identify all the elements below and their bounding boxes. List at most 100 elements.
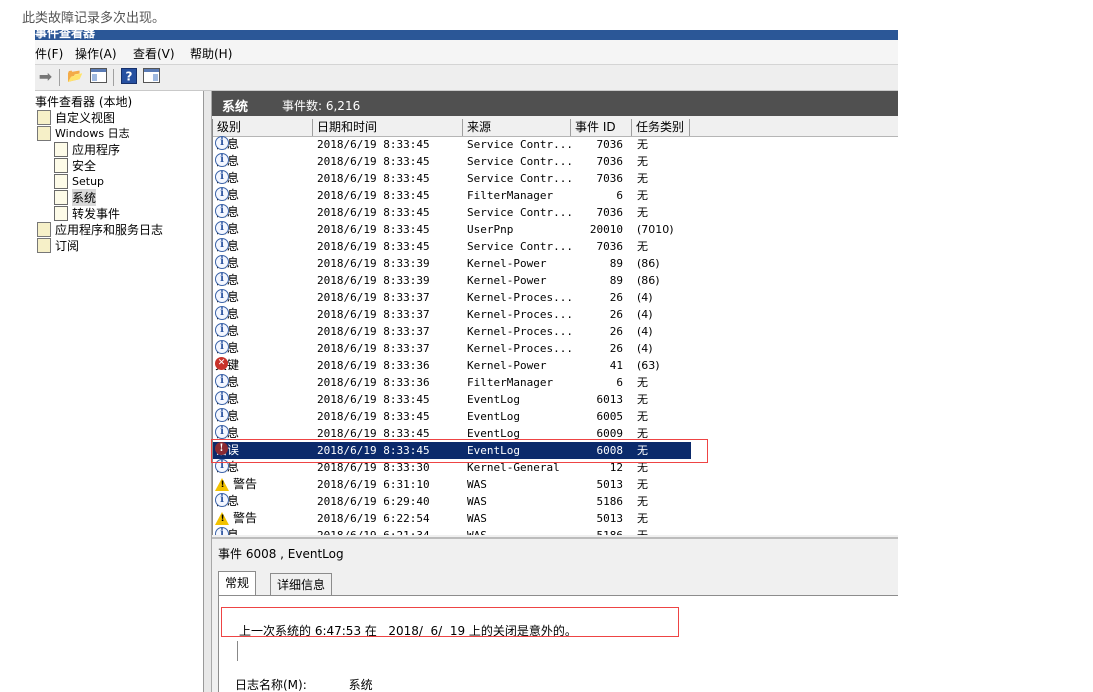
help-icon[interactable]: ? — [119, 68, 138, 86]
event-id-cell: 7036 — [596, 206, 624, 219]
task-category-cell: 无 — [637, 240, 648, 253]
level-cell: i信息 — [215, 323, 239, 340]
svg-text:?: ? — [125, 70, 132, 84]
column-header-event-id[interactable]: 事件 ID — [571, 119, 632, 136]
folder-icon — [37, 221, 51, 237]
folder-icon — [37, 109, 51, 125]
table-row[interactable]: i信息 2018/6/19 8:33:45 Service Contr... 7036… — [213, 136, 898, 153]
table-row[interactable]: ! 警告 2018/6/19 6:22:54 WAS 5013 无 — [213, 510, 898, 527]
table-row[interactable]: i信息 2018/6/19 8:33:37 Kernel-Proces... 26 (4… — [213, 306, 898, 323]
table-row[interactable]: i信息 2018/6/19 8:33:45 Service Contr... 7036… — [213, 153, 898, 170]
table-row[interactable]: i信息 2018/6/19 8:33:45 EventLog 6005 无 — [213, 408, 898, 425]
tree-item-application[interactable]: 应用程序 — [54, 141, 120, 157]
info-icon: i — [215, 187, 229, 201]
task-category-cell: 无 — [637, 410, 648, 423]
column-header-level[interactable]: 级别 — [213, 119, 313, 136]
column-header-task-category[interactable]: 任务类别 — [632, 119, 690, 136]
table-row[interactable]: i信息 2018/6/19 8:33:37 Kernel-Proces... 26 (4… — [213, 340, 898, 357]
table-row[interactable]: i信息 2018/6/19 8:33:37 Kernel-Proces... 26 (4… — [213, 289, 898, 306]
table-row[interactable]: i信息 2018/6/19 8:33:45 Service Contr... 7036… — [213, 170, 898, 187]
menu-help[interactable]: 帮助(H) — [190, 45, 232, 62]
source-cell: WAS — [467, 495, 487, 508]
task-category-cell: (63) — [637, 359, 660, 372]
datetime-cell: 2018/6/19 8:33:45 — [317, 189, 430, 202]
tree-item-label: Setup — [72, 174, 105, 188]
table-row[interactable]: i信息 2018/6/19 8:33:45 UserPnp 20010 (7010) — [213, 221, 898, 238]
show-pane-icon[interactable] — [89, 68, 108, 86]
tree-item-setup[interactable]: Setup — [54, 173, 104, 189]
event-detail-pane: 事件 6008 , EventLog 常规 详细信息 上一次系统的 6:47:5… — [212, 537, 898, 692]
event-id-cell: 6 — [616, 376, 623, 389]
tree-item-app-service-logs[interactable]: 应用程序和服务日志 — [37, 221, 163, 237]
menu-view[interactable]: 查看(V) — [133, 45, 175, 62]
table-row[interactable]: i信息 2018/6/19 8:33:30 Kernel-General 12 无 — [213, 459, 898, 476]
table-row[interactable]: i信息 2018/6/19 8:33:36 FilterManager 6 无 — [213, 374, 898, 391]
datetime-cell: 2018/6/19 8:33:45 — [317, 223, 430, 236]
event-rows: i信息 2018/6/19 8:33:45 Service Contr... 7036… — [213, 136, 898, 535]
tree-item-security[interactable]: 安全 — [54, 157, 96, 173]
level-cell: i信息 — [215, 272, 239, 289]
info-icon: i — [215, 391, 229, 405]
folder-up-icon[interactable]: 📂 — [66, 68, 85, 86]
table-row[interactable]: !错误 2018/6/19 8:33:45 EventLog 6008 无 — [213, 442, 898, 459]
tree-item-system[interactable]: 系统 — [54, 188, 97, 206]
toolbar-separator — [113, 69, 114, 86]
menu-action[interactable]: 操作(A) — [75, 45, 117, 62]
source-cell: FilterManager — [467, 189, 554, 202]
event-id-cell: 7036 — [596, 138, 624, 151]
table-row[interactable]: i信息 2018/6/19 8:33:45 FilterManager 6 无 — [213, 187, 898, 204]
action-pane-icon[interactable] — [142, 68, 161, 86]
task-category-cell: 无 — [637, 138, 648, 151]
menu-file[interactable]: 件(F) — [35, 45, 63, 62]
event-message: 上一次系统的 6:47:53 在 2018/ 6/ 19 上的关闭是意外的。 — [239, 624, 577, 638]
log-name-value: 系统 — [348, 678, 373, 692]
error-icon: ! — [215, 442, 228, 455]
table-row[interactable]: ✕关键 2018/6/19 8:33:36 Kernel-Power 41 (63) — [213, 357, 898, 374]
source-cell: EventLog — [467, 444, 520, 457]
table-row[interactable]: ! 警告 2018/6/19 6:31:10 WAS 5013 无 — [213, 476, 898, 493]
tree-item-label: 安全 — [72, 158, 97, 173]
table-row[interactable]: i信息 2018/6/19 8:33:45 Service Contr... 7036… — [213, 238, 898, 255]
table-row[interactable]: i信息 2018/6/19 6:21:34 WAS 5186 无 — [213, 527, 898, 535]
column-header-datetime[interactable]: 日期和时间 — [313, 119, 463, 136]
task-category-cell: 无 — [637, 478, 648, 491]
datetime-cell: 2018/6/19 8:33:39 — [317, 257, 430, 270]
table-row[interactable]: i信息 2018/6/19 8:33:45 EventLog 6009 无 — [213, 425, 898, 442]
event-id-cell: 6013 — [596, 393, 624, 406]
tree-item-windows-logs[interactable]: Windows 日志 — [37, 125, 130, 141]
table-row[interactable]: i信息 2018/6/19 6:29:40 WAS 5186 无 — [213, 493, 898, 510]
datetime-cell: 2018/6/19 8:33:37 — [317, 308, 430, 321]
task-category-cell: (4) — [637, 291, 653, 304]
datetime-cell: 2018/6/19 6:29:40 — [317, 495, 430, 508]
task-category-cell: (4) — [637, 308, 653, 321]
pane-splitter[interactable] — [204, 91, 212, 692]
task-category-cell: 无 — [637, 512, 648, 525]
table-row[interactable]: i信息 2018/6/19 8:33:45 EventLog 6013 无 — [213, 391, 898, 408]
column-header-source[interactable]: 来源 — [463, 119, 571, 136]
task-category-cell: 无 — [637, 376, 648, 389]
info-icon: i — [215, 170, 229, 184]
info-icon: i — [215, 204, 229, 218]
source-cell: Kernel-Proces... — [467, 308, 573, 321]
tree-item-forwarded-events[interactable]: 转发事件 — [54, 205, 120, 221]
tab-general[interactable]: 常规 — [218, 571, 257, 596]
datetime-cell: 2018/6/19 8:33:45 — [317, 155, 430, 168]
forward-arrow-icon[interactable]: ➡ — [36, 68, 55, 86]
table-row[interactable]: i信息 2018/6/19 8:33:39 Kernel-Power 89 (86) — [213, 255, 898, 272]
level-cell: ! 警告 — [215, 510, 257, 527]
task-category-cell: 无 — [637, 172, 648, 185]
tree-item-custom-views[interactable]: 自定义视图 — [37, 109, 115, 125]
log-icon — [54, 173, 68, 189]
source-cell: Kernel-General — [467, 461, 560, 474]
table-row[interactable]: i信息 2018/6/19 8:33:39 Kernel-Power 89 (86) — [213, 272, 898, 289]
level-cell: i信息 — [215, 425, 239, 442]
tree-item-root[interactable]: 事件查看器 (本地) — [35, 93, 132, 109]
level-cell: i信息 — [215, 170, 239, 187]
info-icon: i — [215, 459, 229, 473]
tree-item-subscriptions[interactable]: 订阅 — [37, 237, 79, 253]
table-row[interactable]: i信息 2018/6/19 8:33:45 Service Contr... 7036… — [213, 204, 898, 221]
tab-details[interactable]: 详细信息 — [270, 573, 333, 596]
info-icon: i — [215, 340, 229, 354]
datetime-cell: 2018/6/19 8:33:45 — [317, 393, 430, 406]
table-row[interactable]: i信息 2018/6/19 8:33:37 Kernel-Proces... 26 (4… — [213, 323, 898, 340]
